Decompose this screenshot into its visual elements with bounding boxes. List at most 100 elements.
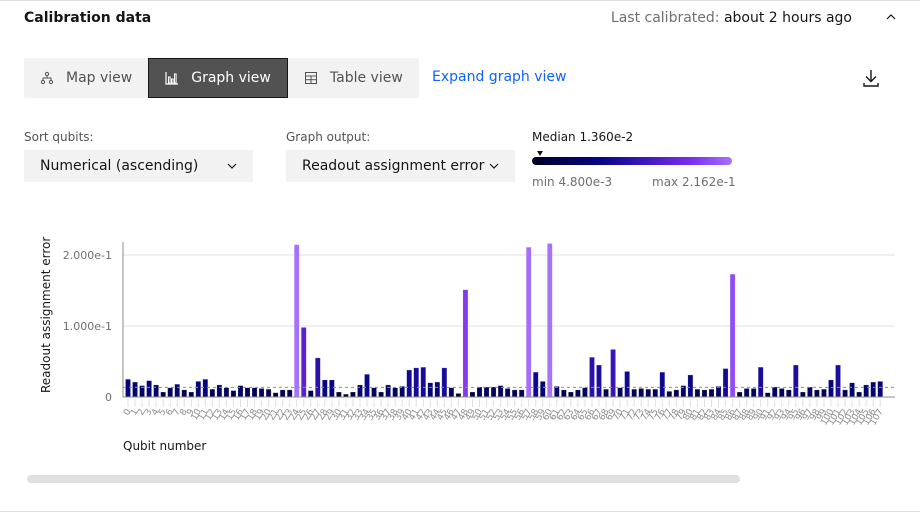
bar-qubit-27[interactable] bbox=[315, 357, 321, 398]
horizontal-scrollbar[interactable] bbox=[27, 475, 740, 483]
bar-qubit-35[interactable] bbox=[371, 387, 377, 398]
bar-qubit-88[interactable] bbox=[743, 388, 750, 398]
bar-qubit-84[interactable] bbox=[715, 386, 722, 398]
bar-qubit-10[interactable] bbox=[195, 381, 202, 398]
bar-qubit-97[interactable] bbox=[807, 386, 813, 398]
bar-qubit-22[interactable] bbox=[279, 389, 286, 398]
bar-qubit-63[interactable] bbox=[568, 391, 574, 398]
bar-qubit-87[interactable] bbox=[736, 391, 743, 398]
bar-qubit-100[interactable] bbox=[828, 379, 834, 398]
bar-qubit-19[interactable] bbox=[258, 388, 265, 398]
bar-qubit-47[interactable] bbox=[455, 393, 462, 398]
bar-qubit-69[interactable] bbox=[610, 349, 616, 398]
bar-qubit-74[interactable] bbox=[645, 388, 651, 398]
bar-qubit-17[interactable] bbox=[244, 387, 251, 398]
bar-qubit-65[interactable] bbox=[582, 387, 588, 398]
bar-qubit-14[interactable] bbox=[223, 387, 230, 398]
bar-qubit-40[interactable] bbox=[406, 369, 412, 398]
bar-qubit-0[interactable] bbox=[125, 379, 131, 398]
bar-qubit-89[interactable] bbox=[750, 388, 757, 398]
download-icon[interactable] bbox=[862, 68, 880, 88]
bar-qubit-6[interactable] bbox=[167, 387, 173, 398]
bar-qubit-29[interactable] bbox=[329, 379, 335, 398]
bar-qubit-76[interactable] bbox=[659, 371, 666, 398]
bar-qubit-102[interactable] bbox=[842, 389, 848, 398]
bar-qubit-86[interactable] bbox=[729, 273, 736, 398]
bar-qubit-52[interactable] bbox=[490, 386, 497, 398]
bar-qubit-66[interactable] bbox=[589, 356, 595, 398]
bar-qubit-18[interactable] bbox=[251, 387, 258, 398]
bar-qubit-30[interactable] bbox=[336, 391, 342, 398]
bar-qubit-43[interactable] bbox=[427, 382, 434, 398]
bar-qubit-28[interactable] bbox=[322, 379, 328, 398]
bar-qubit-83[interactable] bbox=[708, 388, 715, 398]
bar-qubit-15[interactable] bbox=[230, 390, 237, 398]
bar-qubit-95[interactable] bbox=[793, 364, 799, 398]
bar-qubit-4[interactable] bbox=[153, 384, 159, 398]
tab-graph-view[interactable]: Graph view bbox=[148, 58, 288, 98]
bar-qubit-33[interactable] bbox=[357, 384, 363, 398]
bar-qubit-51[interactable] bbox=[483, 386, 490, 398]
bar-qubit-75[interactable] bbox=[652, 388, 658, 398]
tab-map-view[interactable]: Map view bbox=[24, 58, 148, 98]
bar-qubit-93[interactable] bbox=[779, 388, 785, 398]
bar-qubit-23[interactable] bbox=[286, 389, 293, 398]
bar-qubit-58[interactable] bbox=[532, 371, 539, 398]
bar-qubit-44[interactable] bbox=[434, 381, 441, 398]
bar-qubit-25[interactable] bbox=[301, 327, 307, 398]
bar-qubit-3[interactable] bbox=[146, 380, 152, 398]
bar-qubit-71[interactable] bbox=[624, 371, 630, 398]
bar-qubit-26[interactable] bbox=[308, 390, 314, 398]
bar-qubit-32[interactable] bbox=[350, 391, 356, 398]
bar-qubit-101[interactable] bbox=[835, 364, 841, 398]
bar-qubit-80[interactable] bbox=[687, 374, 694, 398]
bar-qubit-7[interactable] bbox=[174, 383, 180, 398]
bar-qubit-11[interactable] bbox=[202, 379, 209, 398]
bar-qubit-9[interactable] bbox=[188, 391, 195, 398]
sort-qubits-dropdown[interactable]: Numerical (ascending) bbox=[24, 150, 253, 182]
bar-qubit-94[interactable] bbox=[786, 389, 792, 398]
bar-qubit-106[interactable] bbox=[870, 381, 876, 398]
bar-qubit-61[interactable] bbox=[554, 386, 560, 398]
collapse-chevron-up-icon[interactable] bbox=[886, 12, 896, 22]
bar-qubit-8[interactable] bbox=[181, 389, 187, 398]
bar-qubit-24[interactable] bbox=[293, 244, 300, 398]
bar-qubit-37[interactable] bbox=[385, 384, 391, 398]
bar-qubit-34[interactable] bbox=[364, 374, 370, 398]
bar-qubit-107[interactable] bbox=[877, 381, 883, 398]
bar-qubit-104[interactable] bbox=[856, 391, 862, 398]
bar-qubit-64[interactable] bbox=[575, 389, 581, 398]
bar-qubit-13[interactable] bbox=[216, 384, 223, 398]
bar-qubit-67[interactable] bbox=[596, 364, 602, 398]
bar-qubit-50[interactable] bbox=[476, 386, 483, 398]
bar-qubit-12[interactable] bbox=[209, 388, 216, 398]
bar-qubit-48[interactable] bbox=[462, 289, 469, 398]
bar-qubit-20[interactable] bbox=[265, 388, 272, 398]
bar-qubit-57[interactable] bbox=[525, 246, 532, 398]
bar-qubit-55[interactable] bbox=[511, 389, 518, 398]
bar-qubit-91[interactable] bbox=[764, 392, 771, 398]
expand-graph-view-link[interactable]: Expand graph view bbox=[432, 69, 566, 85]
tab-table-view[interactable]: Table view bbox=[288, 58, 419, 98]
bar-qubit-1[interactable] bbox=[132, 381, 138, 398]
bar-qubit-70[interactable] bbox=[617, 387, 623, 398]
bar-qubit-49[interactable] bbox=[469, 391, 476, 398]
bar-qubit-105[interactable] bbox=[863, 384, 869, 398]
bar-qubit-82[interactable] bbox=[701, 389, 708, 398]
bar-qubit-96[interactable] bbox=[800, 391, 806, 398]
bar-qubit-39[interactable] bbox=[399, 386, 405, 398]
bar-qubit-5[interactable] bbox=[160, 391, 166, 398]
bar-qubit-46[interactable] bbox=[448, 387, 455, 398]
bar-qubit-78[interactable] bbox=[673, 389, 680, 398]
graph-output-dropdown[interactable]: Readout assignment error bbox=[286, 150, 515, 182]
bar-qubit-92[interactable] bbox=[772, 386, 778, 398]
bar-qubit-45[interactable] bbox=[441, 367, 448, 398]
bar-qubit-54[interactable] bbox=[504, 388, 511, 398]
bar-qubit-42[interactable] bbox=[420, 366, 427, 398]
bar-qubit-56[interactable] bbox=[518, 389, 525, 398]
bar-qubit-36[interactable] bbox=[378, 391, 384, 398]
bar-qubit-99[interactable] bbox=[821, 388, 827, 398]
bar-qubit-72[interactable] bbox=[631, 388, 637, 398]
bar-qubit-38[interactable] bbox=[392, 387, 398, 398]
bar-qubit-90[interactable] bbox=[757, 366, 764, 398]
